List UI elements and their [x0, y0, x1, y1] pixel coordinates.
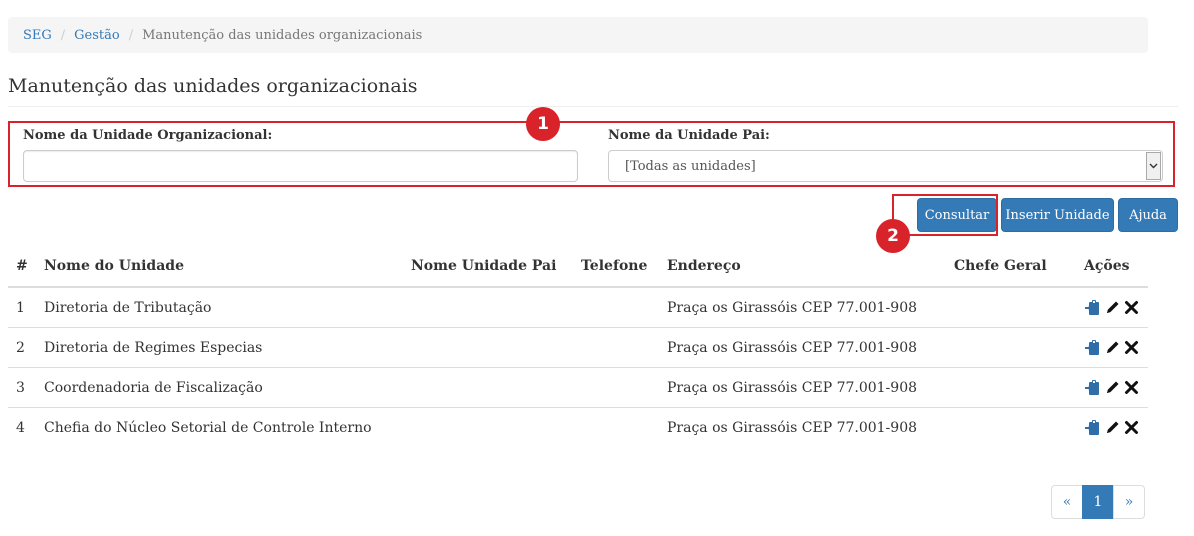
breadcrumb-current: Manutenção das unidades organizacionais [142, 27, 423, 43]
row-actions-group [1084, 339, 1140, 356]
pagination-page-1[interactable]: 1 [1082, 485, 1114, 519]
pencil-icon[interactable] [1104, 299, 1121, 316]
col-header-nome: Nome do Unidade [36, 246, 403, 288]
chevron-down-icon[interactable] [1146, 152, 1161, 180]
table-header-row: # Nome do Unidade Nome Unidade Pai Telef… [8, 246, 1148, 288]
ajuda-button[interactable]: Ajuda [1118, 198, 1178, 232]
row-endereco: Praça os Girassóis CEP 77.001-908 [659, 367, 946, 408]
row-actions [1076, 287, 1148, 328]
page-title: Manutenção das unidades organizacionais [8, 75, 1178, 107]
units-table: # Nome do Unidade Nome Unidade Pai Telef… [8, 246, 1148, 447]
row-endereco: Praça os Girassóis CEP 77.001-908 [659, 327, 946, 368]
row-pai [403, 327, 573, 368]
breadcrumb-separator: / [128, 27, 134, 43]
row-chefe [946, 407, 1076, 447]
breadcrumb-link-gestao[interactable]: Gestão [74, 28, 120, 43]
annotation-badge-1: 1 [526, 107, 560, 141]
clipboard-import-icon[interactable] [1084, 299, 1101, 316]
row-number: 1 [16, 299, 25, 316]
row-chefe [946, 287, 1076, 328]
row-pai [403, 367, 573, 408]
consultar-button[interactable]: Consultar [917, 198, 997, 232]
inserir-unidade-button[interactable]: Inserir Unidade [1001, 198, 1114, 232]
table-row: 1 Diretoria de Tributação Praça os Girassó… [8, 287, 1148, 328]
pagination-prev[interactable]: « [1051, 485, 1083, 519]
breadcrumb-separator: / [60, 27, 66, 43]
clipboard-import-icon[interactable] [1084, 379, 1101, 396]
row-telefone [573, 407, 659, 447]
row-telefone [573, 367, 659, 408]
pencil-icon[interactable] [1104, 419, 1121, 436]
col-header-pai: Nome Unidade Pai [403, 246, 573, 288]
close-icon[interactable] [1124, 420, 1139, 435]
pagination-next[interactable]: » [1113, 485, 1145, 519]
pencil-icon[interactable] [1104, 339, 1121, 356]
unit-name-label: Nome da Unidade Organizacional: [23, 128, 273, 143]
col-header-telefone: Telefone [573, 246, 659, 288]
close-icon[interactable] [1124, 340, 1139, 355]
parent-unit-selected-value: [Todas as unidades] [625, 158, 756, 174]
close-icon[interactable] [1124, 380, 1139, 395]
row-number: 4 [8, 407, 36, 447]
row-chefe [946, 327, 1076, 368]
breadcrumb: SEG / Gestão / Manutenção das unidades o… [8, 17, 1148, 53]
row-number: 3 [8, 367, 36, 408]
row-nome: Diretoria de Tributação [44, 299, 212, 316]
table-row: 3 Coordenadoria de Fiscalização Praça os G… [8, 367, 1148, 408]
row-pai [403, 287, 573, 328]
pagination: « 1 » [1051, 485, 1145, 519]
col-header-endereco: Endereço [659, 246, 946, 288]
filter-form-highlight: Nome da Unidade Organizacional: Nome da … [8, 121, 1175, 187]
row-actions-group [1084, 419, 1140, 436]
row-nome: Diretoria de Regimes Especias [36, 327, 403, 368]
row-number: 2 [8, 327, 36, 368]
row-telefone [573, 287, 659, 328]
parent-unit-select[interactable]: [Todas as unidades] [608, 150, 1163, 182]
row-endereco: Praça os Girassóis CEP 77.001-908 [667, 299, 918, 316]
row-endereco: Praça os Girassóis CEP 77.001-908 [659, 407, 946, 447]
close-icon[interactable] [1124, 300, 1139, 315]
row-pai [403, 407, 573, 447]
row-chefe [946, 367, 1076, 408]
parent-unit-label: Nome da Unidade Pai: [608, 128, 770, 143]
row-nome: Coordenadoria de Fiscalização [36, 367, 403, 408]
row-actions-group [1084, 379, 1140, 396]
pencil-icon[interactable] [1104, 379, 1121, 396]
row-telefone [573, 327, 659, 368]
table-row: 4 Chefia do Núcleo Setorial de Controle I… [8, 407, 1148, 447]
row-actions [1076, 327, 1148, 368]
clipboard-import-icon[interactable] [1084, 419, 1101, 436]
col-header-chefe: Chefe Geral [946, 246, 1076, 288]
unit-name-input[interactable] [23, 150, 578, 182]
table-row: 2 Diretoria de Regimes Especias Praça os G… [8, 327, 1148, 368]
row-actions [1076, 367, 1148, 408]
row-nome: Chefia do Núcleo Setorial de Controle In… [36, 407, 403, 447]
breadcrumb-link-seg[interactable]: SEG [23, 28, 52, 43]
row-actions-group [1084, 299, 1140, 316]
row-actions [1076, 407, 1148, 447]
col-header-acoes: Ações [1076, 246, 1148, 288]
clipboard-import-icon[interactable] [1084, 339, 1101, 356]
col-header-number: # [8, 246, 36, 288]
